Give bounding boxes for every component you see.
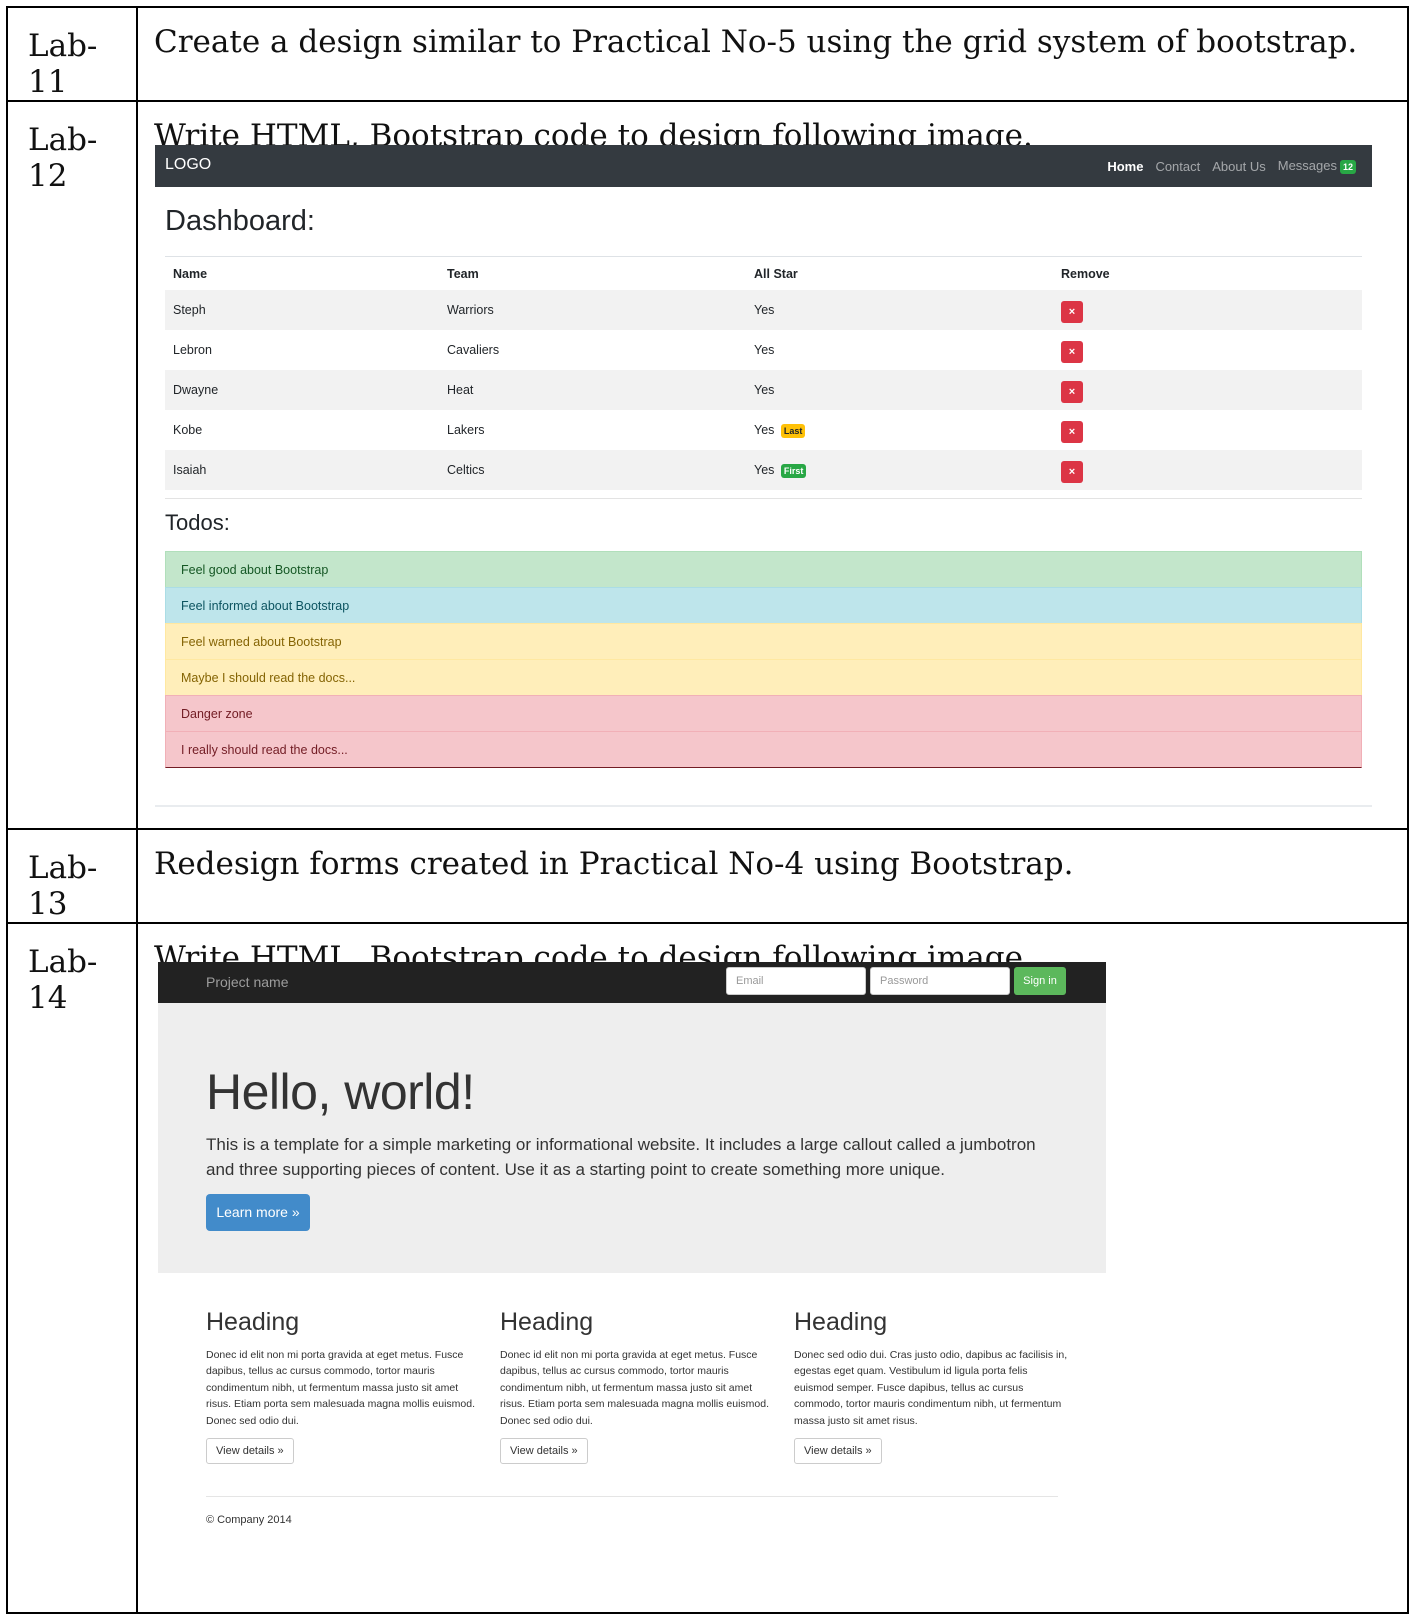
column-header: Name (165, 256, 439, 290)
column-header: Team (439, 256, 746, 290)
table-row: Dwayne Heat Yes × (165, 370, 1362, 410)
hero-title: Hello, world! (206, 1064, 475, 1120)
todo-item[interactable]: Feel informed about Bootstrap (165, 587, 1362, 623)
player-allstar: Yes First (746, 450, 1053, 490)
remove-button[interactable]: × (1061, 380, 1083, 403)
content-column: Heading Donec sed odio dui. Cras justo o… (794, 1308, 1070, 1465)
view-details-button[interactable]: View details » (794, 1438, 882, 1465)
first-badge: First (780, 463, 807, 478)
remove-button[interactable]: × (1061, 420, 1083, 443)
navbar: LOGO Home Contact About Us Messages 12 (155, 145, 1372, 187)
footer-text: © Company 2014 (206, 1514, 292, 1526)
lab-instruction: Redesign forms created in Practical No-4… (154, 846, 1074, 882)
view-details-button[interactable]: View details » (500, 1438, 588, 1465)
learn-more-button[interactable]: Learn more » (206, 1194, 310, 1231)
divider (206, 1496, 1058, 1497)
player-name: Dwayne (165, 370, 439, 410)
lab-id: Lab-14 (6, 922, 138, 1614)
dashboard-title: Dashboard: (165, 205, 315, 237)
column-heading: Heading (794, 1308, 888, 1336)
divider (165, 498, 1362, 499)
player-allstar: Yes (746, 370, 1053, 410)
todo-item[interactable]: I really should read the docs... (165, 731, 1362, 768)
messages-count-badge: 12 (1339, 160, 1356, 174)
player-team: Warriors (439, 290, 746, 330)
nav-contact[interactable]: Contact (1155, 159, 1200, 174)
column-text: Donec sed odio dui. Cras justo odio, dap… (794, 1349, 1068, 1427)
nav-home[interactable]: Home (1107, 159, 1143, 174)
sign-in-button[interactable]: Sign in (1014, 967, 1066, 995)
todos-list: Feel good about Bootstrap Feel informed … (165, 551, 1362, 768)
nav-about[interactable]: About Us (1212, 159, 1265, 174)
players-table: Name Team All Star Remove Steph Warriors… (165, 256, 1362, 490)
nav-messages[interactable]: Messages 12 (1278, 158, 1356, 174)
player-team: Lakers (447, 423, 485, 437)
lab-id: Lab-12 (6, 100, 138, 830)
table-row: Lebron Cavaliers Yes × (165, 330, 1362, 370)
lab-id: Lab-11 (6, 6, 138, 102)
lab-instruction: Create a design similar to Practical No-… (154, 24, 1358, 60)
player-allstar: Yes (754, 343, 775, 357)
last-badge: Last (780, 423, 806, 438)
todos-title: Todos: (165, 510, 230, 535)
player-allstar: Yes (746, 290, 1053, 330)
todo-item[interactable]: Feel warned about Bootstrap (165, 623, 1362, 659)
navbar: Project name Email Password Sign in (158, 962, 1106, 1003)
player-team: Celtics (439, 450, 746, 490)
email-input[interactable]: Email (726, 967, 866, 995)
player-name: Lebron (173, 343, 212, 357)
player-name: Kobe (173, 423, 203, 437)
remove-button[interactable]: × (1061, 460, 1083, 483)
column-header: All Star (746, 256, 1053, 290)
table-row: Isaiah Celtics Yes First × (165, 450, 1362, 490)
player-team: Heat (439, 370, 746, 410)
table-row: Kobe Lakers Yes Last × (165, 410, 1362, 450)
navbar-logo[interactable]: LOGO (165, 156, 211, 174)
player-allstar: Yes Last (746, 410, 1053, 450)
player-name: Isaiah (165, 450, 439, 490)
player-name: Steph (165, 290, 439, 330)
hero-text: This is a template for a simple marketin… (206, 1135, 1036, 1179)
navbar-brand[interactable]: Project name (206, 974, 288, 990)
remove-button[interactable]: × (1061, 300, 1083, 323)
dashboard-screenshot: LOGO Home Contact About Us Messages 12 Da… (155, 145, 1372, 807)
todo-item[interactable]: Maybe I should read the docs... (165, 659, 1362, 695)
column-text: Donec id elit non mi porta gravida at eg… (500, 1349, 770, 1427)
column-text: Donec id elit non mi porta gravida at eg… (206, 1349, 476, 1427)
table-row: Steph Warriors Yes × (165, 290, 1362, 330)
marketing-screenshot: Project name Email Password Sign in Hell… (158, 962, 1106, 1592)
lab-id: Lab-13 (6, 828, 138, 924)
navbar-links: Home Contact About Us Messages 12 (1107, 158, 1356, 174)
content-column: Heading Donec id elit non mi porta gravi… (206, 1308, 482, 1465)
player-team: Cavaliers (447, 343, 500, 357)
jumbotron: Hello, world! This is a template for a s… (158, 1003, 1106, 1273)
password-input[interactable]: Password (870, 967, 1010, 995)
column-header: Remove (1053, 256, 1362, 290)
nav-messages-label: Messages (1277, 158, 1337, 173)
content-column: Heading Donec id elit non mi porta gravi… (500, 1308, 776, 1465)
todo-item[interactable]: Feel good about Bootstrap (165, 551, 1362, 587)
remove-button[interactable]: × (1061, 340, 1083, 363)
view-details-button[interactable]: View details » (206, 1438, 294, 1465)
column-heading: Heading (206, 1308, 300, 1336)
todo-item[interactable]: Danger zone (165, 695, 1362, 731)
column-heading: Heading (500, 1308, 594, 1336)
